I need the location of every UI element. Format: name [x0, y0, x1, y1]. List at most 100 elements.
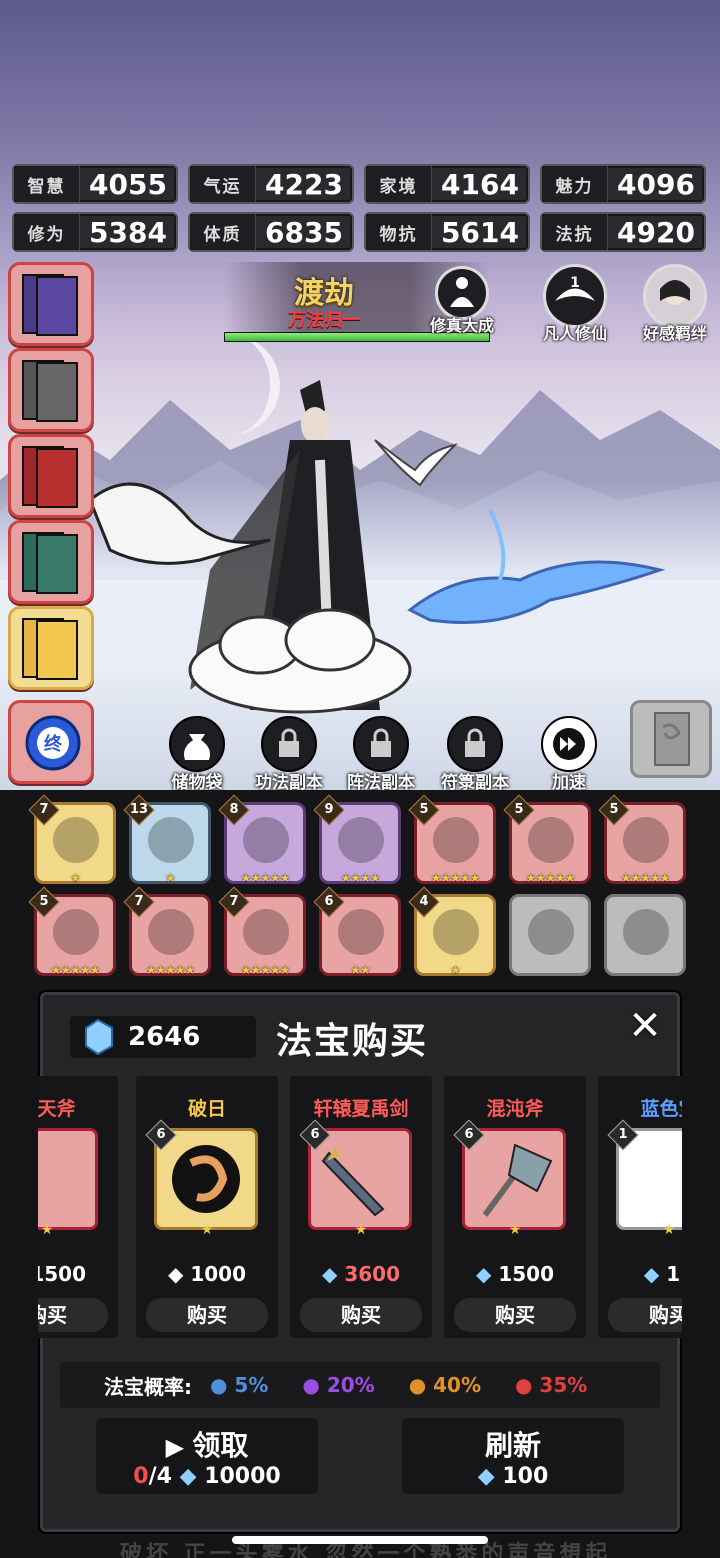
blue-flame-icon: 终 — [25, 715, 81, 771]
cultivation-complete-button[interactable]: 修真大成 — [422, 266, 502, 336]
blade-icon — [338, 909, 384, 955]
axe-icon — [38, 1128, 98, 1230]
inventory-slot[interactable]: 9 ★★★★ — [313, 794, 401, 885]
mirror-icon — [433, 817, 479, 863]
shop-card: 开天斧 ★ ◆ 1500 购买 — [38, 1076, 118, 1338]
boots-icon — [148, 817, 194, 863]
skill-book-red[interactable] — [8, 434, 94, 518]
buy-button[interactable]: 购买 — [300, 1298, 422, 1332]
inventory-slot[interactable]: 8 ★★★★★ — [218, 794, 306, 885]
stat-luck: 气运 4223 — [188, 164, 354, 204]
stat-family: 家境 4164 — [364, 164, 530, 204]
gem-icon: ◆ — [321, 1262, 345, 1286]
gourd-icon — [243, 817, 289, 863]
shop-card: 蓝色宝 1 ★ ◆ 11 购买 — [598, 1076, 682, 1338]
lady-portrait-icon — [643, 264, 707, 328]
svg-text:终: 终 — [44, 733, 63, 755]
stat-magic-resist: 法抗 4920 — [540, 212, 706, 252]
inventory-slot[interactable]: 5 ★★★★★ — [408, 794, 496, 885]
shop-card: 轩辕夏禹剑 6 ★ ◆ 3600 购买 — [290, 1076, 432, 1338]
inventory-slot[interactable]: 5 ★★★★★ — [28, 886, 116, 977]
pouch-icon — [169, 716, 225, 772]
inventory-slot[interactable]: 5 ★★★★★ — [503, 794, 591, 885]
sword-icon — [243, 909, 289, 955]
speed-up-button[interactable]: 加速 — [524, 716, 614, 793]
skill-book-gray[interactable] — [8, 348, 94, 432]
inventory-slot[interactable]: 4 ★ — [408, 886, 496, 977]
distant-crane — [374, 439, 459, 487]
buy-button[interactable]: 购买 — [454, 1298, 576, 1332]
gray-book-icon — [22, 360, 78, 422]
refresh-button[interactable]: 刷新 ◆ 100 — [402, 1418, 624, 1494]
stat-phys-resist: 物抗 5614 — [364, 212, 530, 252]
close-icon: ✕ — [628, 1003, 662, 1049]
purple-book-icon — [22, 274, 78, 336]
gem-balance: 2646 — [70, 1016, 256, 1058]
claim-button[interactable]: ▶ 领取 0/4 ◆ 10000 — [96, 1418, 318, 1494]
skill-book-green[interactable] — [8, 520, 94, 604]
buy-button[interactable]: 购买 — [608, 1298, 682, 1332]
stat-cultivation: 修为 5384 — [12, 212, 178, 252]
formation-dungeon-button[interactable]: 阵法副本 — [336, 716, 426, 793]
storage-bag-button[interactable]: 储物袋 — [152, 716, 242, 793]
drop-rates: 法宝概率: ● 5% ● 20% ● 40% ● 35% — [60, 1362, 660, 1408]
fast-forward-icon — [541, 716, 597, 772]
affection-bond-button[interactable]: 好感羁绊 — [632, 264, 718, 344]
green-claw-icon — [338, 817, 384, 863]
inventory-slot[interactable]: 7 ★★★★★ — [123, 886, 211, 977]
empty-inventory-slot[interactable] — [604, 894, 686, 976]
video-icon: ▶ — [165, 1433, 193, 1461]
svg-text:1: 1 — [570, 275, 580, 291]
buy-button[interactable]: 购买 — [146, 1298, 268, 1332]
crane-emblem-icon: 1 — [543, 264, 607, 328]
close-button[interactable]: ✕ — [624, 1006, 666, 1048]
shop-card: 破日 6 ★ ◆ 1000 购买 — [136, 1076, 278, 1338]
green-book-icon — [22, 532, 78, 594]
gem-icon: ◆ — [179, 1464, 197, 1489]
gem-icon: ◆ — [643, 1262, 667, 1286]
inventory-slot[interactable]: 7 ★★★★★ — [218, 886, 306, 977]
shop-card: 混沌斧 6 ★ ◆ 1500 购买 — [444, 1076, 586, 1338]
shop-carousel[interactable]: 开天斧 ★ ◆ 1500 购买 破日 6 ★ ◆ 1000 购买 轩辕夏禹剑 6… — [38, 1076, 682, 1338]
home-indicator[interactable] — [232, 1536, 488, 1544]
empty-bag-icon — [528, 909, 574, 955]
scroll-button[interactable] — [630, 700, 712, 778]
lock-icon — [447, 716, 503, 772]
empty-inventory-slot[interactable] — [509, 894, 591, 976]
yellow-book-icon — [22, 618, 78, 680]
rate-orange: ● 40% — [408, 1373, 481, 1397]
gem-icon — [85, 1018, 113, 1056]
rate-blue: ● 5% — [210, 1373, 269, 1397]
spear-icon — [53, 909, 99, 955]
blue-orb-icon — [53, 817, 99, 863]
skill-book-purple[interactable] — [8, 262, 94, 346]
lock-icon — [353, 716, 409, 772]
buy-button[interactable]: 购买 — [38, 1298, 108, 1332]
inventory-slot[interactable]: 5 ★★★★★ — [598, 794, 686, 885]
stat-physique: 体质 6835 — [188, 212, 354, 252]
final-skill-button[interactable]: 终 — [8, 700, 94, 784]
stat-charm: 魅力 4096 — [540, 164, 706, 204]
inventory-slot[interactable]: 13 ★ — [123, 794, 211, 885]
skill-book-yellow[interactable] — [8, 606, 94, 690]
rate-purple: ● 20% — [302, 1373, 375, 1397]
gem-icon: ◆ — [477, 1464, 495, 1489]
mortal-cultivation-button[interactable]: 1 凡人修仙 — [532, 264, 618, 344]
gem-icon: ◆ — [167, 1262, 191, 1286]
empty-bag-icon — [623, 909, 669, 955]
gem-icon: ◆ — [475, 1262, 499, 1286]
scroll-icon — [148, 909, 194, 955]
red-book-icon — [22, 446, 78, 508]
rate-red: ● 35% — [514, 1373, 588, 1397]
stage-subtitle: 万法归一 — [288, 310, 360, 331]
lock-icon — [261, 716, 317, 772]
blue-dragon — [407, 509, 666, 624]
battle-scene — [0, 0, 720, 790]
inventory-slot[interactable]: 6 ★★ — [313, 886, 401, 977]
white-crane — [88, 482, 271, 565]
inventory-slot[interactable]: 7 ★ — [28, 794, 116, 885]
skill-dungeon-button[interactable]: 功法副本 — [244, 716, 334, 793]
stat-wisdom: 智慧 4055 — [12, 164, 178, 204]
censer-icon — [528, 817, 574, 863]
talisman-dungeon-button[interactable]: 符箓副本 — [430, 716, 520, 793]
